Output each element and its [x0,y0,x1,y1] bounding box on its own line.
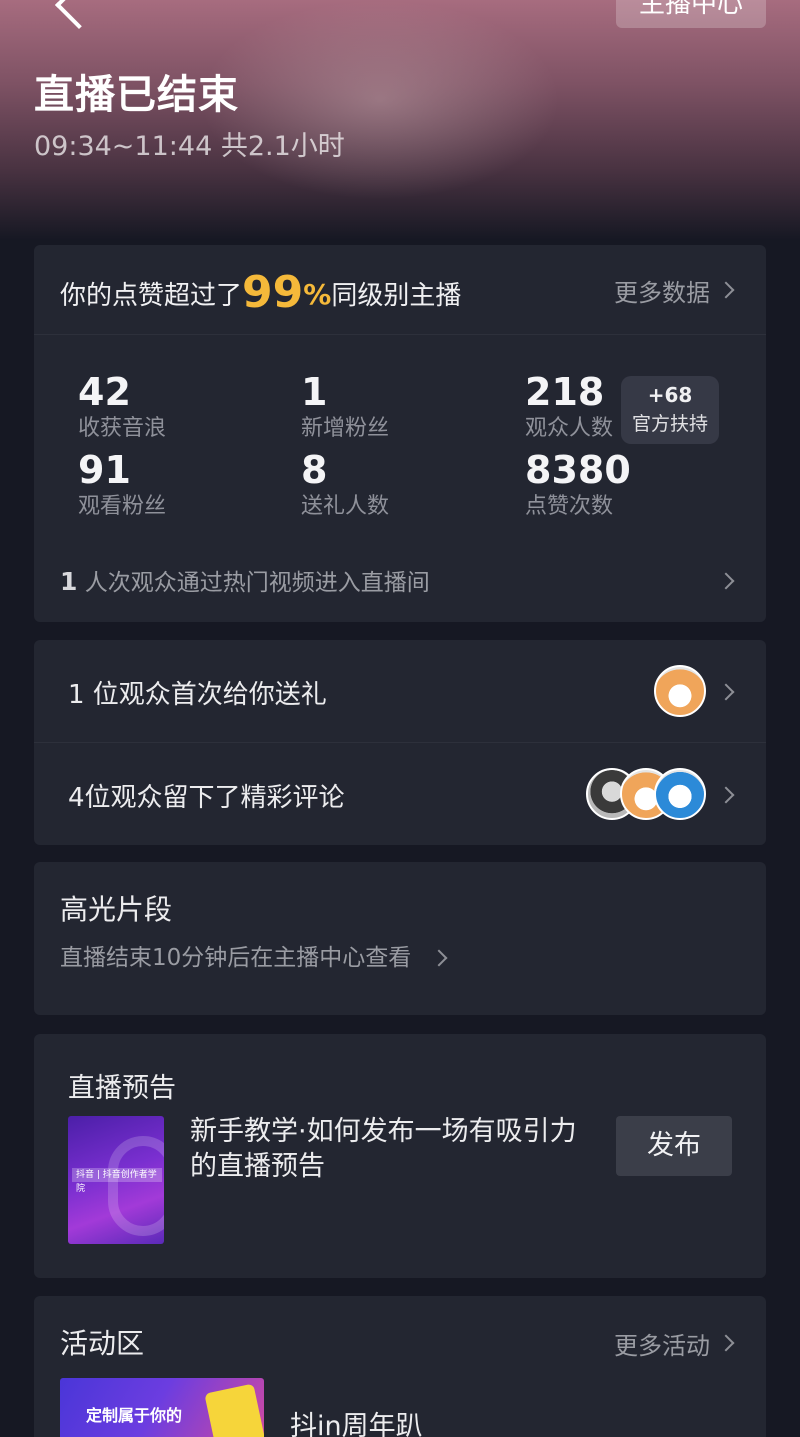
official-support-label: 官方扶持 [631,413,708,435]
activities-title: 活动区 [60,1327,145,1360]
stat-value: 42 [78,370,131,414]
stat-label: 点赞次数 [525,494,614,519]
rank-suffix: 同级别主播 [331,281,462,311]
activity-title[interactable]: 抖in周年趴 [290,1404,423,1437]
hot-video-entry-row[interactable]: 1 人次观众通过热门视频进入直播间 [60,563,430,597]
rank-percent-sign: % [303,278,332,311]
official-support-value: +68 [647,383,693,407]
stat-value: 1 [301,370,328,414]
hot-video-count: 1 [60,567,78,596]
comments-row[interactable]: 4位观众留下了精彩评论 [34,743,766,845]
comments-text: 4位观众留下了精彩评论 [68,783,345,813]
chevron-right-icon [717,281,735,299]
stat-sound-waves: 42 收获音浪 [78,371,166,445]
activity-thumb-text: 定制属于你的 [86,1406,183,1425]
highlights-subtitle: 直播结束10分钟后在主播中心查看 [60,945,412,971]
chevron-right-icon [717,786,735,804]
thumbnail-logo-shape [108,1136,164,1236]
rank-percent: 99 [242,267,304,318]
first-gift-row[interactable]: 1 位观众首次给你送礼 [34,640,766,743]
activity-decoration [204,1383,264,1437]
audience-card: 1 位观众首次给你送礼 4位观众留下了精彩评论 [34,640,766,845]
highlights-card: 高光片段 直播结束10分钟后在主播中心查看 [34,862,766,1015]
hot-video-text: 人次观众通过热门视频进入直播间 [84,570,430,596]
stat-label: 送礼人数 [301,494,390,519]
anchor-center-button[interactable]: 主播中心 [616,0,766,28]
tutorial-text[interactable]: 新手教学·如何发布一场有吸引力的直播预告 [190,1114,590,1184]
first-gift-text: 1 位观众首次给你送礼 [68,680,327,710]
stat-watching-fans: 91 观看粉丝 [78,449,166,523]
chevron-right-icon[interactable] [717,1334,735,1352]
publish-button[interactable]: 发布 [616,1116,732,1176]
rank-row[interactable]: 你的点赞超过了99%同级别主播 更多数据 [34,245,766,335]
rank-prefix: 你的点赞超过了 [60,281,243,311]
header-blur-image [200,0,560,200]
stat-value: 8380 [525,448,631,492]
activity-thumbnail[interactable]: 定制属于你的 [60,1378,264,1437]
preview-title: 直播预告 [68,1073,176,1104]
stat-label: 观看粉丝 [78,494,167,519]
highlights-title: 高光片段 [60,893,173,926]
more-data-link[interactable]: 更多数据 [614,273,710,308]
stat-value: 8 [301,448,328,492]
stat-new-fans: 1 新增粉丝 [301,371,389,445]
page-title: 直播已结束 [34,72,239,118]
stat-label: 观众人数 [525,416,614,441]
avatar [654,665,706,717]
official-support-badge: +68 官方扶持 [621,376,719,444]
chevron-right-icon [717,683,735,701]
stats-card: 你的点赞超过了99%同级别主播 更多数据 42 收获音浪 1 新增粉丝 218 … [34,245,766,622]
stat-gift-senders: 8 送礼人数 [301,449,389,523]
live-time-range: 09:34~11:44 共2.1小时 [34,131,345,162]
thumbnail-caption: 抖音 | 抖音创作者学院 [72,1168,162,1194]
more-activities-link[interactable]: 更多活动 [614,1326,710,1361]
stat-likes: 8380 点赞次数 [525,449,631,523]
highlights-subtitle-row[interactable]: 直播结束10分钟后在主播中心查看 [60,938,448,972]
chevron-right-icon [430,949,448,967]
stat-viewers: 218 观众人数 [525,371,613,445]
stat-value: 91 [78,448,131,492]
stat-label: 新增粉丝 [301,416,390,441]
activities-card: 活动区 更多活动 定制属于你的 抖in周年趴 [34,1296,766,1437]
stat-value: 218 [525,370,605,414]
preview-card: 直播预告 抖音 | 抖音创作者学院 新手教学·如何发布一场有吸引力的直播预告 发… [34,1034,766,1278]
tutorial-thumbnail[interactable]: 抖音 | 抖音创作者学院 [68,1116,164,1244]
rank-text: 你的点赞超过了99%同级别主播 [60,267,461,318]
stat-label: 收获音浪 [78,416,167,441]
chevron-right-icon[interactable] [717,572,735,590]
avatar [654,768,706,820]
